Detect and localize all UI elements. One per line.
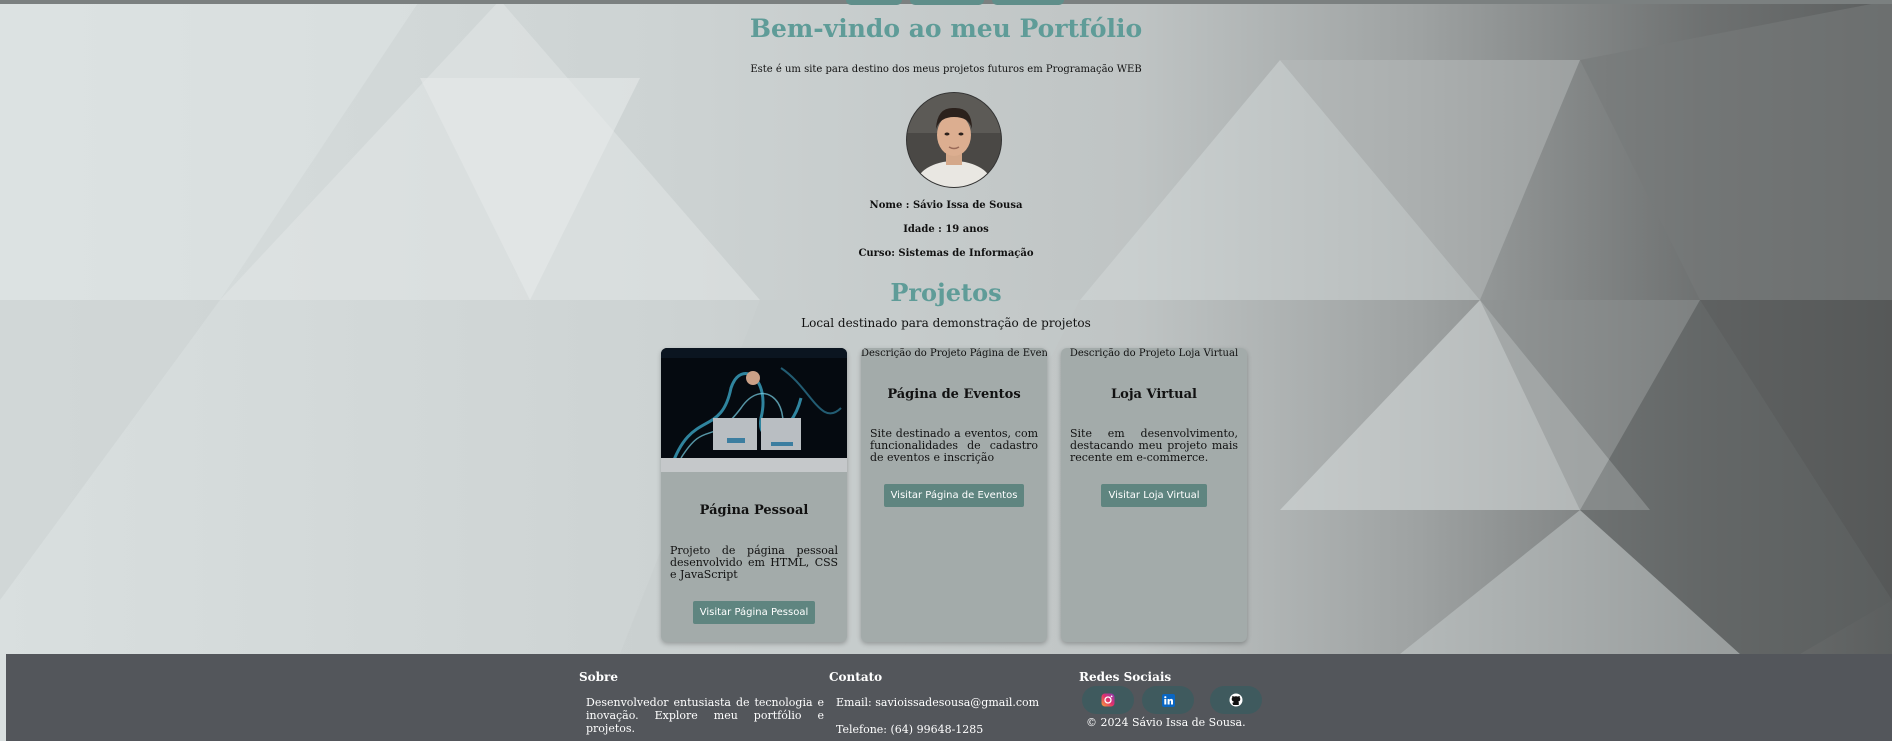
footer-contact-title: Contato <box>829 670 883 684</box>
profile-course: Curso: Sistemas de Informação <box>858 248 1034 259</box>
project-description: Projeto de página pessoal desenvolvido e… <box>670 544 838 581</box>
linkedin-icon <box>1161 693 1175 707</box>
visit-personal-page-button[interactable]: Visitar Página Pessoal <box>692 601 816 624</box>
visit-events-page-button[interactable]: Visitar Página de Eventos <box>883 484 1025 507</box>
projects-title: Projetos <box>890 278 1002 307</box>
project-description: Site em desenvolvimento, destacando meu … <box>1070 427 1238 464</box>
footer: Sobre Desenvolvedor entusiasta de tecnol… <box>6 654 1892 741</box>
profile-name: Nome : Sávio Issa de Sousa <box>869 200 1023 211</box>
avatar <box>906 92 1002 188</box>
profile-photo <box>907 93 1001 187</box>
main-content: Bem-vindo ao meu Portfólio Este é um sit… <box>0 0 1892 654</box>
instagram-icon <box>1101 693 1115 707</box>
instagram-link[interactable] <box>1082 686 1134 714</box>
project-card: Descrição do Projeto Loja Virtual Loja V… <box>1061 348 1247 642</box>
project-image-alt: Descrição do Projeto Página de Eventos <box>861 348 1047 359</box>
footer-social-title: Redes Sociais <box>1079 670 1172 684</box>
github-link[interactable] <box>1210 686 1262 714</box>
page-title: Bem-vindo ao meu Portfólio <box>749 14 1143 43</box>
intro-text: Este é um site para destino dos meus pro… <box>750 64 1142 75</box>
project-screenshot-image <box>661 348 847 472</box>
footer-phone: Telefone: (64) 99648-1285 <box>836 723 984 736</box>
project-card: Descrição do Projeto Página de Eventos P… <box>861 348 1047 642</box>
footer-email: Email: savioissadesousa@gmail.com <box>836 696 1040 709</box>
footer-copyright: © 2024 Sávio Issa de Sousa. <box>1086 716 1246 729</box>
project-title: Página de Eventos <box>887 387 1021 402</box>
portfolio-page: Bem-vindo ao meu Portfólio Este é um sit… <box>0 0 1892 741</box>
projects-subtitle: Local destinado para demonstração de pro… <box>801 316 1091 330</box>
linkedin-link[interactable] <box>1142 686 1194 714</box>
footer-about-title: Sobre <box>579 670 619 684</box>
project-title: Página Pessoal <box>699 503 809 518</box>
project-description: Site destinado a eventos, com funcionali… <box>870 427 1038 464</box>
footer-about-text: Desenvolvedor entusiasta de tecnologia e… <box>586 696 824 735</box>
profile-age: Idade : 19 anos <box>903 224 989 235</box>
project-card: Página Pessoal Projeto de página pessoal… <box>661 348 847 642</box>
visit-virtual-store-button[interactable]: Visitar Loja Virtual <box>1101 484 1207 507</box>
github-icon <box>1229 693 1243 707</box>
project-title: Loja Virtual <box>1111 387 1197 402</box>
project-image-alt: Descrição do Projeto Loja Virtual <box>1069 348 1239 359</box>
